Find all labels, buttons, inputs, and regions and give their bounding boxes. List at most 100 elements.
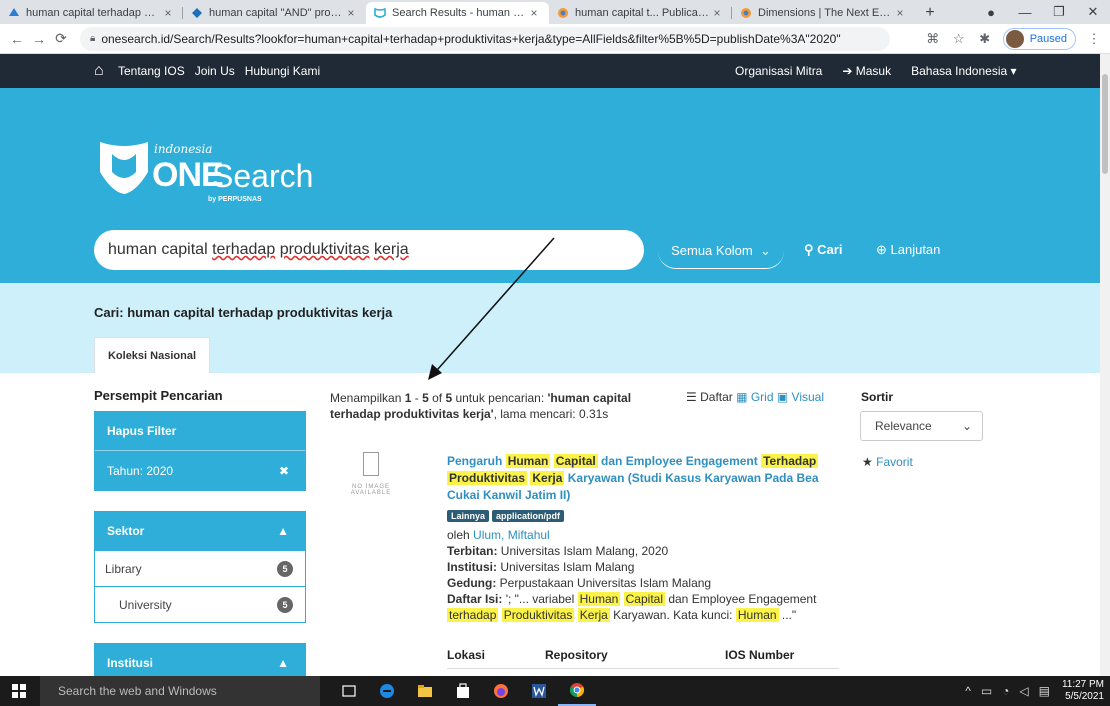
- browser-tab-label: human capital terhadap prod: [26, 7, 161, 19]
- nav-link-organisasi[interactable]: Organisasi Mitra: [735, 64, 822, 78]
- nav-link-join[interactable]: Join Us: [195, 64, 235, 78]
- highlighted-term: terhadap: [447, 608, 499, 622]
- author-link[interactable]: Ulum, Miftahul: [473, 528, 550, 542]
- login-link[interactable]: ➔ Masuk: [842, 64, 891, 78]
- language-dropdown[interactable]: Bahasa Indonesia ▾: [911, 64, 1016, 78]
- firefox-icon[interactable]: [482, 676, 520, 706]
- taskbar-search-input[interactable]: Search the web and Windows: [40, 676, 320, 706]
- advanced-label: Lanjutan: [890, 242, 941, 257]
- file-explorer-icon[interactable]: [406, 676, 444, 706]
- forward-icon[interactable]: →: [28, 31, 50, 47]
- browser-tab[interactable]: Dimensions | The Next Evolut ×: [732, 2, 915, 24]
- home-icon[interactable]: ⌂: [94, 62, 104, 80]
- nav-link-hubungi[interactable]: Hubungi Kami: [245, 64, 320, 78]
- taskbar-apps: [330, 676, 596, 706]
- chevron-up-icon[interactable]: ^: [965, 684, 971, 698]
- notification-icon[interactable]: ▤: [1039, 684, 1050, 698]
- blue-drop-icon: [9, 8, 19, 16]
- menu-kebab-icon[interactable]: ⋮: [1086, 31, 1102, 47]
- close-icon[interactable]: ×: [893, 6, 907, 20]
- store-icon[interactable]: [444, 676, 482, 706]
- reload-icon[interactable]: ⟳: [50, 30, 72, 47]
- detail-value: Perpustakaan Universitas Islam Malang: [496, 576, 712, 590]
- query-plain: human capital: [108, 241, 213, 258]
- highlighted-term: Kerja: [577, 608, 610, 622]
- favorite-button[interactable]: ★ Favorit: [862, 455, 913, 469]
- highlighted-term: Produktivitas: [501, 608, 575, 622]
- volume-icon[interactable]: ◁: [1019, 684, 1028, 698]
- document-icon: [363, 452, 379, 476]
- view-daftar[interactable]: Daftar: [700, 390, 733, 404]
- new-tab-button[interactable]: +: [915, 2, 945, 24]
- windows-start-icon[interactable]: [12, 684, 26, 698]
- toolbar-right: ⌘ ☆ ✱ Paused ⋮: [925, 28, 1102, 50]
- remove-filter-icon[interactable]: ✖: [279, 464, 289, 478]
- browser-tab[interactable]: human capital "AND" produk ×: [183, 2, 366, 24]
- detail-value: Universitas Islam Malang, 2020: [497, 544, 669, 558]
- result-author-line: oleh Ulum, Miftahul: [447, 527, 847, 543]
- browser-tab-label: human capital t... Publication: [575, 7, 710, 19]
- url-text: onesearch.id/Search/Results?lookfor=huma…: [101, 31, 841, 46]
- highlighted-term: Kerja: [530, 471, 565, 485]
- close-icon[interactable]: ×: [527, 6, 541, 20]
- view-visual[interactable]: Visual: [792, 390, 824, 404]
- view-switcher: ☰ Daftar ▦ Grid ▣ Visual: [686, 390, 824, 404]
- taskbar-clock[interactable]: 11:27 PM 5/5/2021: [1062, 679, 1104, 703]
- nav-link-tentang[interactable]: Tentang IOS: [118, 64, 185, 78]
- facet-option-label: Library: [105, 561, 142, 576]
- address-bar: ← → ⟳ 🔒︎ onesearch.id/Search/Results?loo…: [0, 24, 1110, 54]
- record-icon[interactable]: ●: [974, 5, 1008, 20]
- col-repository: Repository: [545, 648, 608, 662]
- facet-option-university[interactable]: University 5: [95, 586, 305, 622]
- col-ios-number: IOS Number: [725, 648, 795, 662]
- format-badge: Lainnya: [447, 510, 490, 522]
- facet-header[interactable]: Sektor ▲: [95, 512, 305, 550]
- close-icon[interactable]: ×: [710, 6, 724, 20]
- restore-icon[interactable]: ❐: [1042, 4, 1076, 20]
- search-scope-select[interactable]: Semua Kolom ⌄: [658, 233, 784, 269]
- minimize-icon[interactable]: —: [1008, 5, 1042, 20]
- facet-sektor: Sektor ▲ Library 5 University 5: [94, 511, 306, 623]
- search-icon: ⚲: [804, 242, 818, 257]
- dimensions-icon: [558, 8, 568, 18]
- edge-icon[interactable]: [368, 676, 406, 706]
- system-tray: ^ ▭ ◔ ◁ ▤: [965, 684, 1050, 698]
- close-icon[interactable]: ×: [344, 6, 358, 20]
- scope-label: Semua Kolom: [671, 243, 753, 258]
- scrollbar-thumb[interactable]: [1102, 74, 1108, 174]
- extensions-icon[interactable]: ✱: [977, 31, 993, 47]
- advanced-search-link[interactable]: ⊕ Lanjutan: [876, 242, 940, 258]
- browser-tab[interactable]: human capital t... Publication ×: [549, 2, 732, 24]
- summary-to: 5: [422, 391, 429, 405]
- search-submit-button[interactable]: ⚲ Cari: [804, 242, 842, 258]
- chevron-down-icon: ⌄: [961, 419, 972, 433]
- sort-select[interactable]: Relevance ⌄: [860, 411, 983, 441]
- bookmark-star-icon[interactable]: ☆: [951, 31, 967, 47]
- browser-tab-active[interactable]: Search Results - human capit ×: [366, 2, 549, 24]
- view-grid[interactable]: Grid: [751, 390, 774, 404]
- facet-option-library[interactable]: Library 5: [95, 550, 305, 586]
- filter-item-year[interactable]: Tahun: 2020 ✖: [95, 450, 305, 490]
- col-lokasi: Lokasi: [447, 648, 486, 662]
- result-terbitan-line: Terbitan: Universitas Islam Malang, 2020: [447, 543, 847, 559]
- onesearch-logo[interactable]: indonesia ONE Search by PERPUSNAS: [96, 134, 316, 204]
- close-icon[interactable]: ×: [161, 6, 175, 20]
- lock-icon[interactable]: 🔒︎: [90, 33, 95, 44]
- network-icon[interactable]: ▭: [981, 684, 992, 698]
- result-title-link[interactable]: Pengaruh Human Capital dan Employee Enga…: [447, 453, 847, 504]
- window-close-icon[interactable]: ✕: [1076, 4, 1110, 20]
- word-icon[interactable]: [520, 676, 558, 706]
- text-run: Pengaruh: [447, 454, 506, 468]
- back-icon[interactable]: ←: [6, 31, 28, 47]
- task-view-icon[interactable]: [330, 676, 368, 706]
- highlighted-term: Human: [505, 454, 551, 468]
- chrome-icon[interactable]: [558, 676, 596, 706]
- profile-button[interactable]: Paused: [1002, 28, 1076, 50]
- browser-tab[interactable]: human capital terhadap prod ×: [0, 2, 183, 24]
- tab-koleksi-nasional[interactable]: Koleksi Nasional: [94, 337, 210, 373]
- wifi-icon[interactable]: ◔: [1002, 684, 1009, 698]
- translate-icon[interactable]: ⌘: [925, 31, 941, 47]
- page-scrollbar[interactable]: [1100, 54, 1110, 676]
- browser-tab-label: Dimensions | The Next Evolut: [758, 7, 893, 19]
- url-input[interactable]: 🔒︎ onesearch.id/Search/Results?lookfor=h…: [80, 26, 890, 51]
